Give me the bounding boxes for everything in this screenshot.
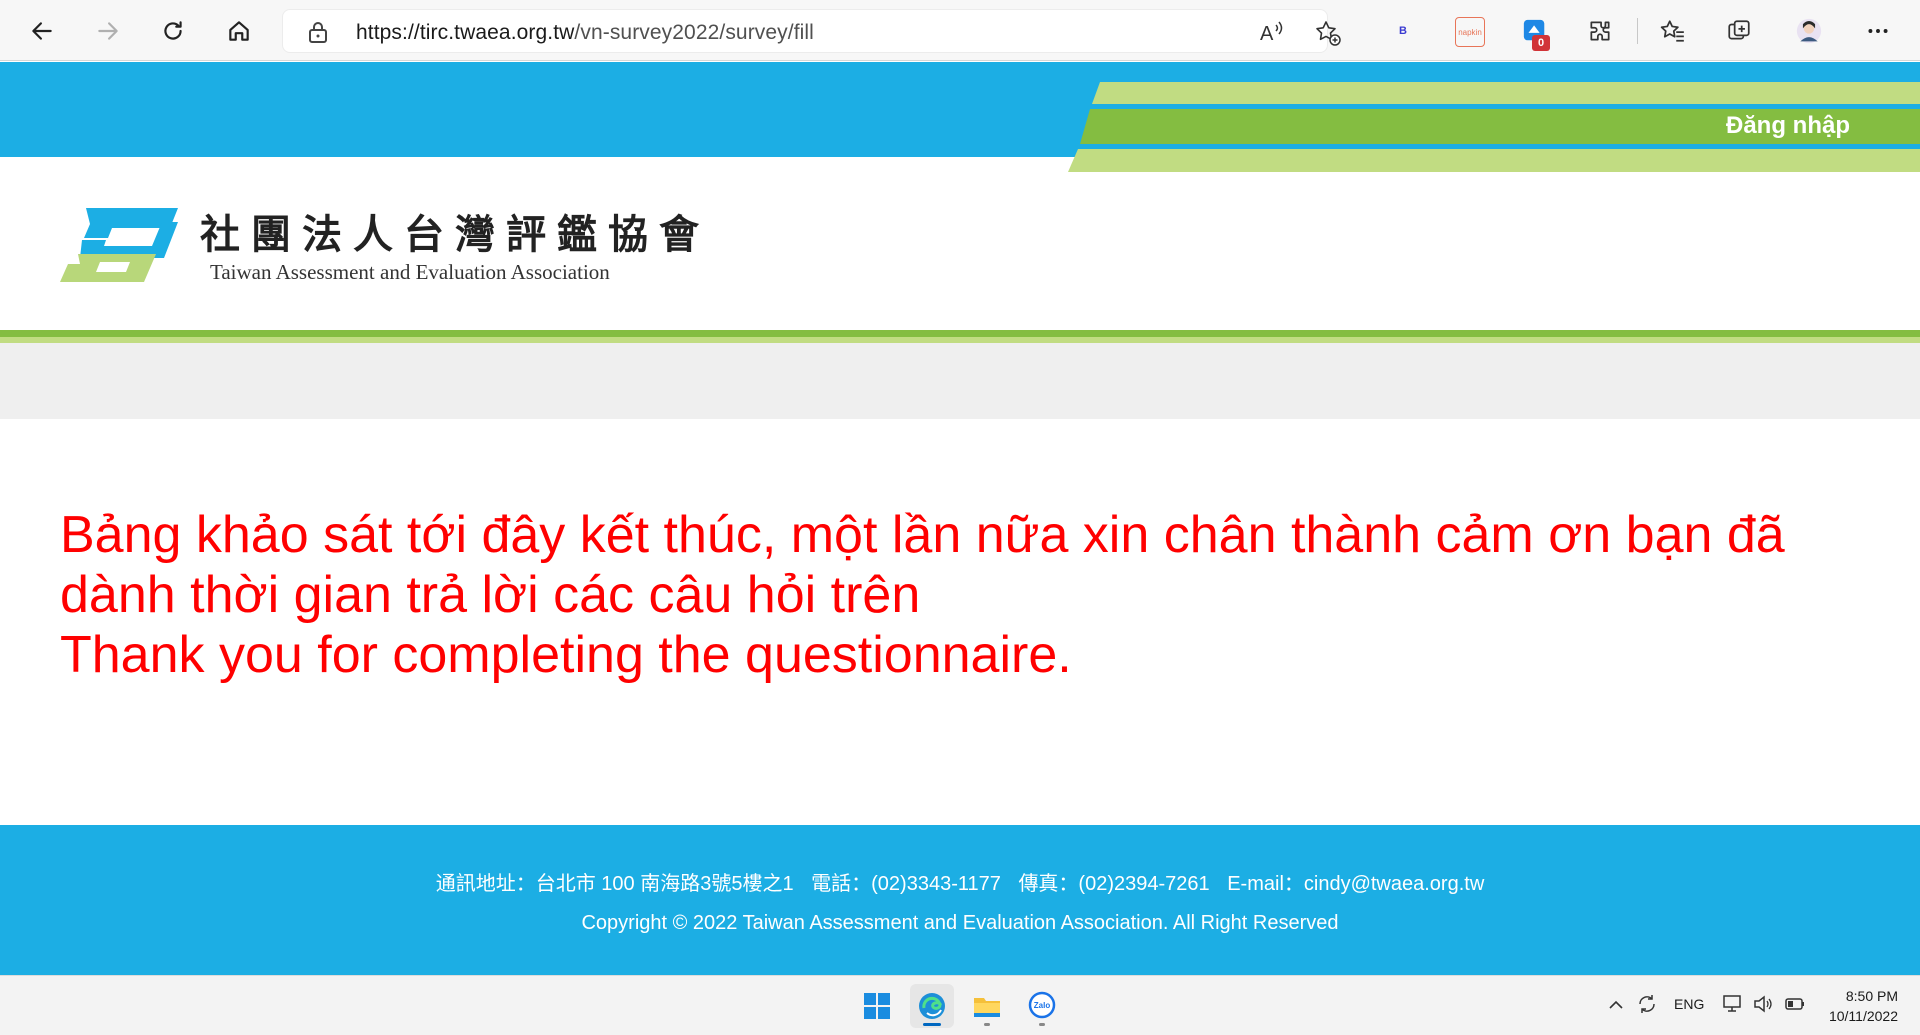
home-icon: [229, 21, 249, 41]
gray-band: [0, 343, 1920, 419]
running-indicator: [984, 1023, 990, 1026]
edge-icon: [919, 993, 945, 1019]
logo[interactable]: 社團法人台灣評鑑協會 Taiwan Assessment and Evaluat…: [60, 200, 699, 290]
clock-date: 10/11/2022: [1828, 1008, 1898, 1024]
windows-start-icon: [864, 993, 890, 1019]
file-explorer-icon: [974, 998, 1000, 1017]
logo-english-name: Taiwan Assessment and Evaluation Associa…: [210, 260, 610, 284]
footer-copyright: Copyright © 2022 Taiwan Assessment and E…: [581, 912, 1339, 934]
svg-text:A: A: [1260, 23, 1274, 45]
refresh-icon: [164, 21, 182, 40]
taskbar-file-explorer[interactable]: [965, 984, 1009, 1028]
refresh-button[interactable]: [153, 11, 193, 51]
clock-time: 8:50 PM: [1845, 988, 1898, 1004]
zalo-icon: Zalo: [1028, 991, 1056, 1019]
message-vietnamese: Bảng khảo sát tới đây kết thúc, một lần …: [60, 506, 1785, 624]
chevron-up-icon[interactable]: [1608, 998, 1624, 1012]
sync-icon[interactable]: [1636, 993, 1658, 1015]
footer-email[interactable]: E-mail：cindy@twaea.org.tw: [1227, 873, 1484, 895]
footer-phone: 電話：(02)3343-1177: [811, 873, 1001, 895]
add-favorite-icon[interactable]: [1314, 19, 1342, 47]
favorites-icon: [1660, 20, 1684, 42]
address-bar[interactable]: https://tirc.twaea.org.tw/vn-survey2022/…: [282, 9, 1341, 53]
collections-button[interactable]: [1719, 11, 1759, 51]
extension-badge: 0: [1532, 35, 1550, 51]
lock-icon[interactable]: [307, 20, 329, 44]
collections-icon: [1728, 20, 1750, 40]
volume-icon[interactable]: [1752, 993, 1774, 1015]
napkin-extension-icon[interactable]: napkin: [1455, 17, 1485, 47]
extension-b-icon[interactable]: B: [1389, 17, 1417, 45]
windows-taskbar: Zalo ENG 8:50 PM 10/11/2022: [0, 975, 1920, 1035]
home-button[interactable]: [219, 11, 259, 51]
url-text[interactable]: https://tirc.twaea.org.tw/vn-survey2022/…: [356, 21, 814, 45]
forward-button[interactable]: [88, 11, 128, 51]
more-icon: [1868, 29, 1888, 33]
profile-avatar: [1796, 18, 1822, 44]
extension-b-label: B: [1399, 25, 1407, 37]
extensions-button[interactable]: [1580, 11, 1620, 51]
windows-start-button[interactable]: [855, 984, 899, 1028]
taskbar-edge[interactable]: [910, 984, 954, 1028]
browser-toolbar: https://tirc.twaea.org.tw/vn-survey2022/…: [0, 0, 1920, 61]
more-button[interactable]: [1858, 11, 1898, 51]
login-link[interactable]: Đăng nhập: [1726, 112, 1850, 140]
zalo-label: Zalo: [1034, 1001, 1051, 1010]
completion-message: Bảng khảo sát tới đây kết thúc, một lần …: [60, 505, 1880, 685]
page-footer: 通訊地址：台北市 100 南海路3號5樓之1 電話：(02)3343-1177 …: [0, 825, 1920, 975]
network-icon[interactable]: [1722, 993, 1744, 1015]
header-divider-green: [0, 330, 1920, 337]
toolbar-divider: [1637, 18, 1638, 44]
back-arrow-icon: [32, 22, 52, 40]
message-english: Thank you for completing the questionnai…: [60, 626, 1072, 684]
battery-icon[interactable]: [1784, 995, 1806, 1013]
language-indicator[interactable]: ENG: [1674, 996, 1704, 1012]
back-button[interactable]: [22, 11, 62, 51]
read-aloud-icon[interactable]: A: [1258, 19, 1286, 45]
forward-arrow-icon: [98, 22, 118, 40]
twaea-logo-icon: [60, 208, 178, 282]
url-host: https://tirc.twaea.org.tw: [356, 21, 575, 44]
favorites-button[interactable]: [1653, 11, 1693, 51]
footer-fax: 傳真：(02)2394-7261: [1018, 873, 1210, 895]
taskbar-clock[interactable]: 8:50 PM 10/11/2022: [1829, 986, 1898, 1026]
active-indicator: [923, 1023, 941, 1026]
footer-contact: 通訊地址：台北市 100 南海路3號5樓之1 電話：(02)3343-1177 …: [0, 867, 1920, 896]
footer-address: 通訊地址：台北市 100 南海路3號5樓之1: [435, 873, 794, 895]
logo-chinese-name: 社團法人台灣評鑑協會: [200, 211, 710, 258]
napkin-label: napkin: [1458, 27, 1482, 37]
running-indicator: [1039, 1023, 1045, 1026]
taskbar-zalo[interactable]: Zalo: [1020, 984, 1064, 1028]
profile-button[interactable]: [1789, 11, 1829, 51]
extensions-icon: [1590, 21, 1610, 41]
url-path: /vn-survey2022/survey/fill: [574, 21, 814, 44]
